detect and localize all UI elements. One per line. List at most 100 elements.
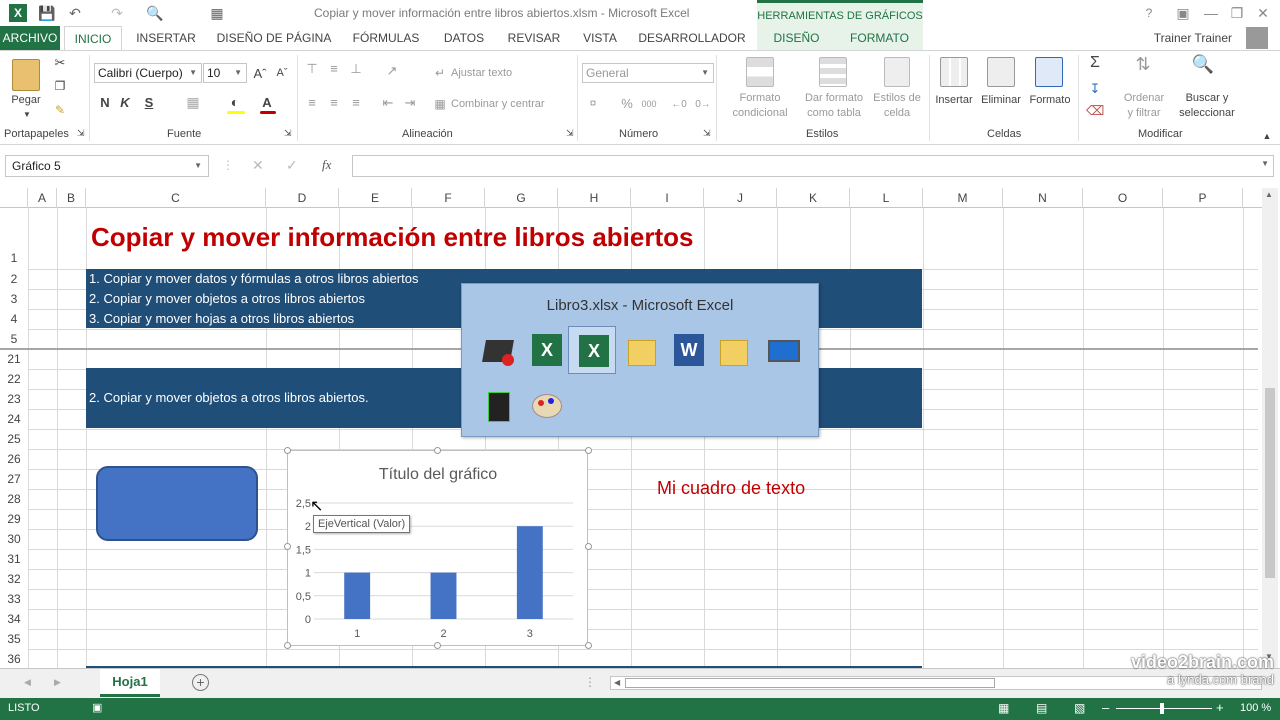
resize-handle[interactable] <box>585 642 592 649</box>
row-header[interactable]: 34 <box>0 610 28 629</box>
grow-font-icon[interactable]: Aˆ <box>252 66 268 81</box>
column-header[interactable]: N <box>1003 188 1083 208</box>
align-middle-icon[interactable]: ≡ <box>326 61 342 76</box>
autosum-icon[interactable]: Σ <box>1086 55 1104 71</box>
scroll-left-icon[interactable]: ◀ <box>614 678 620 687</box>
column-header[interactable]: I <box>631 188 704 208</box>
clear-icon[interactable]: ⌫ <box>1086 103 1104 118</box>
tab-diseno-grafico[interactable]: DISEÑO <box>757 26 836 50</box>
row-header[interactable]: 25 <box>0 430 28 449</box>
zoom-slider[interactable] <box>1116 708 1212 709</box>
row-header[interactable]: 21 <box>0 350 28 369</box>
increase-decimal-icon[interactable]: ←0 <box>670 97 688 112</box>
row-header[interactable]: 32 <box>0 570 28 589</box>
percent-button[interactable]: % <box>620 96 634 111</box>
tab-inicio[interactable]: INICIO <box>64 26 122 50</box>
vertical-scrollbar[interactable]: ▲ ▼ <box>1262 188 1278 668</box>
column-header[interactable]: P <box>1163 188 1243 208</box>
next-sheet-icon[interactable]: ▶ <box>54 677 61 688</box>
row-header[interactable]: 28 <box>0 490 28 509</box>
column-header[interactable]: O <box>1083 188 1163 208</box>
column-header[interactable]: A <box>28 188 57 208</box>
copy-icon[interactable]: ❐ <box>52 79 68 94</box>
page-layout-icon[interactable]: ▤ <box>1036 701 1047 715</box>
tab-datos[interactable]: DATOS <box>434 26 494 50</box>
row-header[interactable]: 29 <box>0 510 28 529</box>
tab-formato[interactable]: FORMATO <box>836 26 923 50</box>
format-table-button[interactable]: Dar formato como tabla <box>796 91 872 121</box>
cut-icon[interactable]: ✂ <box>52 55 68 70</box>
user-name[interactable]: Trainer Trainer <box>1140 26 1232 50</box>
zoom-in-icon[interactable]: + <box>1216 700 1224 715</box>
column-header[interactable]: B <box>57 188 86 208</box>
macro-record-icon[interactable]: ▣ <box>92 701 102 714</box>
row-header[interactable]: 33 <box>0 590 28 609</box>
align-top-icon[interactable]: ⊤ <box>304 61 320 76</box>
folder-icon[interactable] <box>714 332 754 372</box>
column-header[interactable]: E <box>339 188 412 208</box>
redo-icon[interactable]: ↷ <box>108 4 126 22</box>
number-format-select[interactable]: General ▼ <box>582 63 714 83</box>
splitter-icon[interactable]: ⋮ <box>584 675 596 689</box>
row-header[interactable]: 26 <box>0 450 28 469</box>
paste-button[interactable]: Pegar <box>6 93 46 108</box>
align-bottom-icon[interactable]: ⊥ <box>348 61 364 76</box>
ribbon-options-icon[interactable]: ▣ <box>1174 4 1192 22</box>
qat-customize-icon[interactable]: ▦ <box>208 4 226 22</box>
formula-input[interactable]: ▼ <box>352 155 1274 177</box>
resize-handle[interactable] <box>585 543 592 550</box>
row-header[interactable]: 2 <box>0 270 28 289</box>
insert-function-button[interactable]: fx <box>322 157 331 173</box>
restore-icon[interactable]: ❐ <box>1228 4 1246 22</box>
save-icon[interactable]: 💾 <box>38 4 56 22</box>
bold-button[interactable]: N <box>98 95 112 110</box>
print-preview-icon[interactable]: 🔍 <box>146 4 164 22</box>
resize-handle[interactable] <box>284 447 291 454</box>
chart-plot[interactable]: Título del gráfico 0 0,5 1 1,5 2 2,5 1 2 3 <box>288 451 587 645</box>
format-cells-button[interactable]: Formato <box>1026 93 1074 108</box>
row-header[interactable]: 4 <box>0 310 28 329</box>
column-header[interactable]: J <box>704 188 777 208</box>
font-size-select[interactable]: 10 ▼ <box>203 63 247 83</box>
resize-handle[interactable] <box>434 642 441 649</box>
zoom-out-icon[interactable]: – <box>1102 700 1109 715</box>
undo-icon[interactable]: ↶ <box>66 4 84 22</box>
add-sheet-icon[interactable]: + <box>192 674 209 691</box>
select-all-corner[interactable] <box>0 188 28 208</box>
tab-desarrollador[interactable]: DESARROLLADOR <box>634 26 750 50</box>
excel-icon-selected[interactable]: X <box>568 326 616 374</box>
help-icon[interactable]: ? <box>1140 4 1158 22</box>
column-header[interactable]: K <box>777 188 850 208</box>
zoom-slider-thumb[interactable] <box>1160 703 1164 714</box>
fill-icon[interactable]: ↧ <box>1086 81 1104 96</box>
delete-cells-button[interactable]: Eliminar <box>978 93 1024 108</box>
recorder-icon[interactable] <box>480 332 520 372</box>
tab-insertar[interactable]: INSERTAR <box>130 26 202 50</box>
name-box[interactable]: Gráfico 5 ▼ <box>5 155 209 177</box>
zoom-level[interactable]: 100 % <box>1240 702 1271 714</box>
text-box[interactable]: Mi cuadro de texto <box>657 478 805 499</box>
tab-vista[interactable]: VISTA <box>574 26 626 50</box>
font-name-select[interactable]: Calibri (Cuerpo) ▼ <box>94 63 202 83</box>
row-header[interactable]: 24 <box>0 410 28 429</box>
align-right-icon[interactable]: ≡ <box>348 95 364 110</box>
insert-cells-button[interactable]: Insertar <box>932 93 976 108</box>
row-header[interactable]: 36 <box>0 650 28 668</box>
tab-archivo[interactable]: ARCHIVO <box>0 26 60 50</box>
h-scroll-thumb[interactable] <box>625 678 995 688</box>
underline-button[interactable]: S <box>142 95 156 110</box>
column-header[interactable]: G <box>485 188 558 208</box>
currency-icon[interactable]: ¤ <box>584 96 602 111</box>
column-header[interactable]: F <box>412 188 485 208</box>
column-header[interactable]: D <box>266 188 339 208</box>
prev-sheet-icon[interactable]: ◀ <box>24 677 31 688</box>
chart[interactable]: Título del gráfico 0 0,5 1 1,5 2 2,5 1 2 3 <box>287 450 588 646</box>
conditional-format-button[interactable]: Formato condicional <box>720 91 800 121</box>
row-header[interactable]: 1 <box>0 228 28 269</box>
merge-center-button[interactable]: Combinar y centrar <box>451 97 545 112</box>
folder-icon[interactable] <box>622 332 662 372</box>
shrink-font-icon[interactable]: Aˇ <box>274 66 290 81</box>
tab-diseno-pagina[interactable]: DISEÑO DE PÁGINA <box>210 26 338 50</box>
cancel-icon[interactable]: ✕ <box>252 157 264 174</box>
thousands-button[interactable]: 000 <box>640 97 658 112</box>
